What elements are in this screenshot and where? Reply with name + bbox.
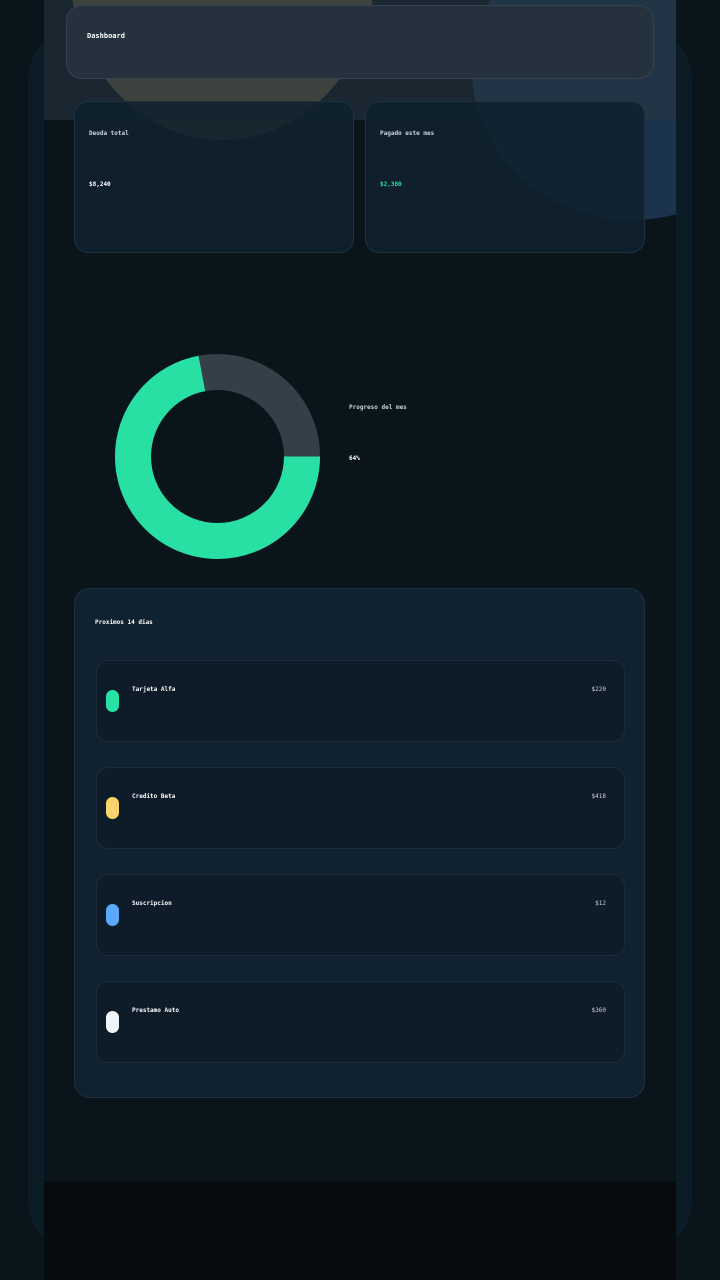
payment-name: Credito Beta	[132, 793, 176, 800]
progress-donut-chart	[115, 354, 320, 559]
payment-amount: $360	[591, 1007, 606, 1014]
progress-label: Progreso del mes	[349, 404, 407, 411]
stat-value: $8,240	[89, 181, 111, 188]
stat-card-total-debt[interactable]: Deuda total $8,240	[74, 101, 354, 253]
page-title: Dashboard	[87, 32, 125, 40]
stat-value: $2,380	[380, 181, 402, 188]
payment-row-credito-beta[interactable]: Credito Beta $418	[96, 767, 625, 849]
status-dot	[106, 690, 119, 712]
payment-row-prestamo-auto[interactable]: Prestamo Auto $360	[96, 981, 625, 1063]
bottom-bar	[44, 1182, 676, 1280]
upcoming-payments-card: Proximos 14 dias Tarjeta Alfa $220 Credi…	[74, 588, 645, 1098]
payment-amount: $418	[591, 793, 606, 800]
upcoming-title: Proximos 14 dias	[95, 619, 153, 626]
stat-label: Deuda total	[89, 130, 129, 137]
payment-amount: $220	[591, 686, 606, 693]
status-dot	[106, 797, 119, 819]
status-dot	[106, 1011, 119, 1033]
payment-name: Tarjeta Alfa	[132, 686, 176, 693]
progress-value: 64%	[349, 455, 360, 462]
status-dot	[106, 904, 119, 926]
stat-label: Pagado este mes	[380, 130, 435, 137]
payment-name: Suscripcion	[132, 900, 172, 907]
payment-row-tarjeta-alfa[interactable]: Tarjeta Alfa $220	[96, 660, 625, 742]
header-card: Dashboard	[66, 5, 654, 79]
payment-row-suscripcion[interactable]: Suscripcion $12	[96, 874, 625, 956]
payment-name: Prestamo Auto	[132, 1007, 179, 1014]
stat-card-paid-this-month[interactable]: Pagado este mes $2,380	[365, 101, 645, 253]
payment-amount: $12	[595, 900, 606, 907]
